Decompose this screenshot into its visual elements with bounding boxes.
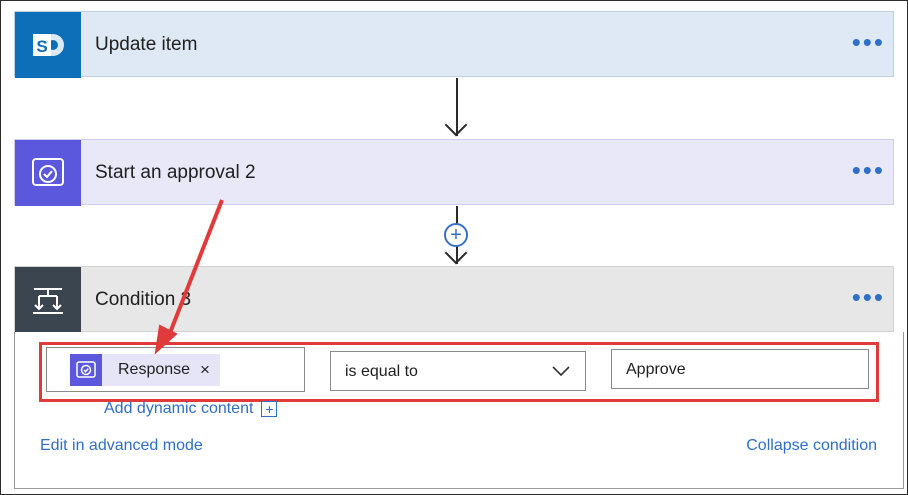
sharepoint-icon: S [15,12,81,78]
action-card-condition[interactable]: Condition 3 ••• [14,266,894,333]
add-dynamic-content-label: Add dynamic content [104,400,254,417]
more-options-button[interactable]: ••• [852,267,885,327]
more-options-button[interactable]: ••• [852,12,885,72]
add-dynamic-content-link[interactable]: Add dynamic content + [104,400,278,418]
step-title: Start an approval 2 [95,162,256,183]
approval-icon [15,140,81,206]
condition-icon [15,267,81,333]
highlight-box [39,342,879,402]
step-title: Condition 3 [95,289,192,310]
edit-advanced-mode-link[interactable]: Edit in advanced mode [40,437,203,455]
svg-text:S: S [36,37,47,56]
more-options-button[interactable]: ••• [852,140,885,200]
action-card-update-item[interactable]: S Update item ••• [14,11,894,78]
plus-square-icon: + [261,401,278,417]
add-step-button[interactable]: + [444,223,468,247]
action-card-start-approval[interactable]: Start an approval 2 ••• [14,139,894,206]
step-title: Update item [95,34,198,55]
collapse-condition-link[interactable]: Collapse condition [746,437,877,455]
